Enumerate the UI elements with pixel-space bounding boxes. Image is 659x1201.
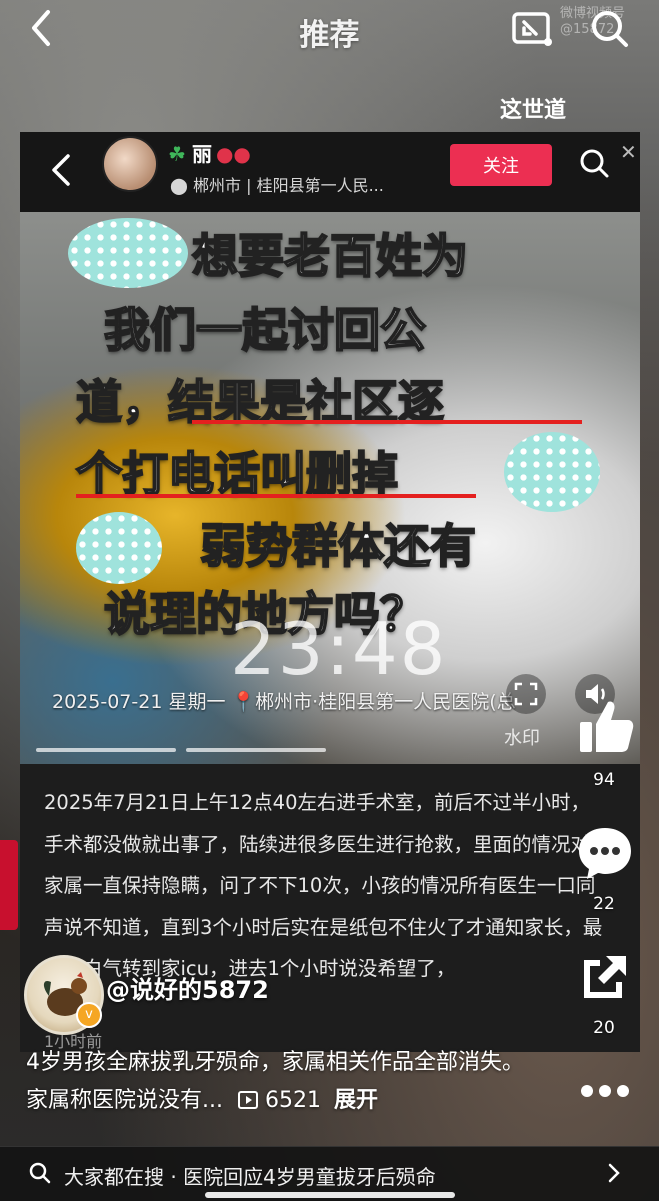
scan-icon [514,682,538,706]
user-name: ☘ 丽 ●● [168,142,251,166]
scan-button[interactable] [506,674,546,714]
caption-meta: 6521 展开 [230,1088,378,1113]
comment-count: 22 [593,894,615,914]
cherry-icon: ●● [215,142,251,166]
share-icon [584,956,626,998]
clover-icon: ☘ [168,142,186,166]
play-count-icon [237,1091,258,1109]
top-bar: 推荐 微博视频号 @15872 [0,0,659,60]
home-indicator [205,1192,455,1198]
share-count: 20 [593,1018,615,1038]
author-name[interactable]: @说好的5872 [106,970,269,1005]
card-header: ☘ 丽 ●● ⬤ 郴州市 | 桂阳县第一人民... 关注 ✕ [20,132,640,212]
more-options-button[interactable] [577,1076,633,1106]
card-search-button[interactable] [577,146,611,180]
side-red-tab [0,840,18,930]
like-button[interactable] [574,694,638,762]
overlay-line: 弱势群体还有 [199,518,477,574]
expand-link[interactable]: 展开 [334,1088,378,1113]
location-pin-icon: ⬤ [170,176,188,195]
follow-button[interactable]: 关注 [450,144,552,186]
like-count: 94 [593,770,615,790]
screen-cast-icon [512,12,552,46]
screen-cast-button[interactable] [508,6,556,50]
sticker-dots [68,218,188,288]
embedded-video-card[interactable]: ☘ 丽 ●● ⬤ 郴州市 | 桂阳县第一人民... 关注 ✕ 想要老百姓为 我们一起… [20,132,640,1052]
story-progress-segment [36,748,176,752]
location-line: ⬤ 郴州市 | 桂阳县第一人民... [170,176,384,195]
video-frame[interactable]: 想要老百姓为 我们一起讨回公 道，结果是社区逐 个打电话叫删掉 弱势群体还有 说… [20,212,640,764]
video-caption[interactable]: 4岁男孩全麻拔乳牙殒命，家属相关作品全部消失。家属称医院说没有... 6521 … [26,1044,526,1120]
date-location-stamp: 2025-07-21 星期一 📍郴州市·桂阳县第一人民医院(总 [52,691,516,713]
verified-badge-icon: v [76,1002,102,1028]
card-back-button[interactable] [46,148,76,192]
red-underline [76,494,476,498]
play-count: 6521 [264,1088,321,1113]
overlay-line: 想要老百姓为 [191,228,469,284]
thumbs-up-icon [580,701,634,752]
red-underline [192,420,582,424]
sticker-dots [76,512,162,584]
chevron-left-icon [52,154,70,186]
search-icon [592,11,628,47]
user-avatar[interactable] [102,136,158,192]
post-description: 2025年7月21日上午12点40左右进手术室，前后不过半小时，手术都没做就出事… [44,791,603,980]
video-sub-caption: 这世道 [500,98,567,123]
comment-button[interactable] [574,822,636,888]
comment-bubble-icon [579,828,631,879]
overlay-line: 我们一起讨回公 [103,302,427,358]
search-icon [29,1162,51,1184]
time-overlay: 23:48 [230,607,448,691]
share-button[interactable] [576,948,634,1010]
watermark-label: 水印 [504,728,540,749]
more-dots-icon [581,1085,629,1097]
sticker-dots [504,432,600,512]
close-icon[interactable]: ✕ [620,140,637,164]
search-icon [580,149,609,178]
chevron-right-icon [608,1163,620,1183]
search-button[interactable] [585,4,633,52]
trending-search-text: 大家都在搜 · 医院回应4岁男童拔牙后殒命 [64,1165,436,1189]
story-progress-segment [186,748,326,752]
